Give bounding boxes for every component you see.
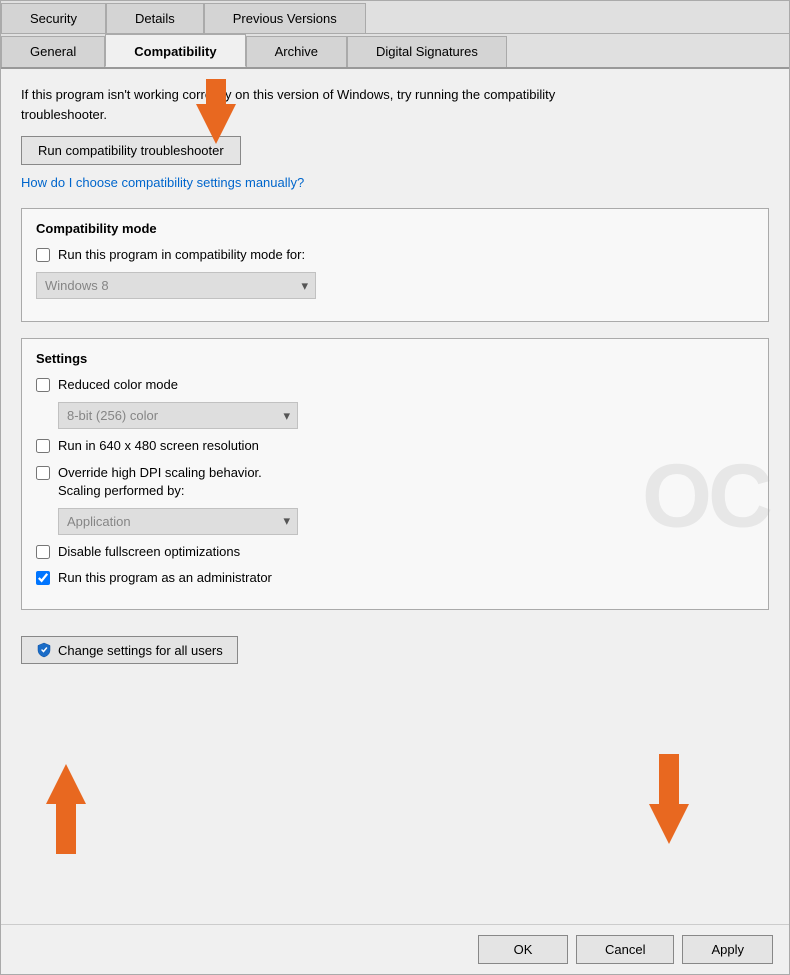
bottom-tab-bar: General Compatibility Archive Digital Si… [1, 34, 789, 69]
reduced-color-label: Reduced color mode [58, 376, 178, 394]
tab-general[interactable]: General [1, 36, 105, 67]
shield-icon [36, 642, 52, 658]
cancel-button[interactable]: Cancel [576, 935, 674, 964]
resolution-label: Run in 640 x 480 screen resolution [58, 437, 259, 455]
admin-checkbox[interactable] [36, 571, 50, 585]
compat-mode-dropdown[interactable]: Windows 8 [36, 272, 316, 299]
dpi-dropdown-wrapper: Application [58, 508, 298, 535]
tab-digital-signatures[interactable]: Digital Signatures [347, 36, 507, 67]
settings-item-4: Run this program as an administrator [36, 569, 754, 587]
color-dropdown-wrapper: 8-bit (256) color [58, 402, 298, 429]
arrow-apply [629, 754, 709, 844]
tab-archive[interactable]: Archive [246, 36, 347, 67]
dpi-label: Override high DPI scaling behavior.Scali… [58, 464, 262, 500]
compat-mode-checkbox[interactable] [36, 248, 50, 262]
change-settings-button[interactable]: Change settings for all users [21, 636, 238, 664]
settings-section: Settings Reduced color mode 8-bit (256) … [21, 338, 769, 610]
arrow-admin [31, 764, 101, 854]
settings-item-1: Run in 640 x 480 screen resolution [36, 437, 754, 455]
change-settings-label: Change settings for all users [58, 643, 223, 658]
compat-mode-label: Run this program in compatibility mode f… [58, 246, 305, 264]
compat-mode-dropdown-wrapper: Windows 8 [36, 272, 316, 299]
dpi-checkbox[interactable] [36, 466, 50, 480]
color-dropdown[interactable]: 8-bit (256) color [58, 402, 298, 429]
apply-button[interactable]: Apply [682, 935, 773, 964]
resolution-checkbox[interactable] [36, 439, 50, 453]
admin-label: Run this program as an administrator [58, 569, 272, 587]
tab-previous-versions[interactable]: Previous Versions [204, 3, 366, 33]
settings-item-0: Reduced color mode [36, 376, 754, 394]
top-tab-bar: Security Details Previous Versions [1, 1, 789, 34]
compat-mode-checkbox-row: Run this program in compatibility mode f… [36, 246, 754, 264]
run-troubleshooter-button[interactable]: Run compatibility troubleshooter [21, 136, 241, 165]
dpi-dropdown[interactable]: Application [58, 508, 298, 535]
fullscreen-checkbox[interactable] [36, 545, 50, 559]
settings-title: Settings [36, 351, 754, 366]
help-link[interactable]: How do I choose compatibility settings m… [21, 175, 769, 190]
settings-item-2: Override high DPI scaling behavior.Scali… [36, 464, 754, 500]
compatibility-mode-title: Compatibility mode [36, 221, 754, 236]
compatibility-mode-section: Compatibility mode Run this program in c… [21, 208, 769, 322]
tab-security[interactable]: Security [1, 3, 106, 33]
footer-bar: OK Cancel Apply [1, 924, 789, 974]
fullscreen-label: Disable fullscreen optimizations [58, 543, 240, 561]
tab-compatibility[interactable]: Compatibility [105, 34, 245, 67]
settings-item-3: Disable fullscreen optimizations [36, 543, 754, 561]
ok-button[interactable]: OK [478, 935, 568, 964]
tab-details[interactable]: Details [106, 3, 204, 33]
reduced-color-checkbox[interactable] [36, 378, 50, 392]
main-content: OC If this program isn't working correct… [1, 69, 789, 924]
intro-text: If this program isn't working correctly … [21, 85, 621, 124]
